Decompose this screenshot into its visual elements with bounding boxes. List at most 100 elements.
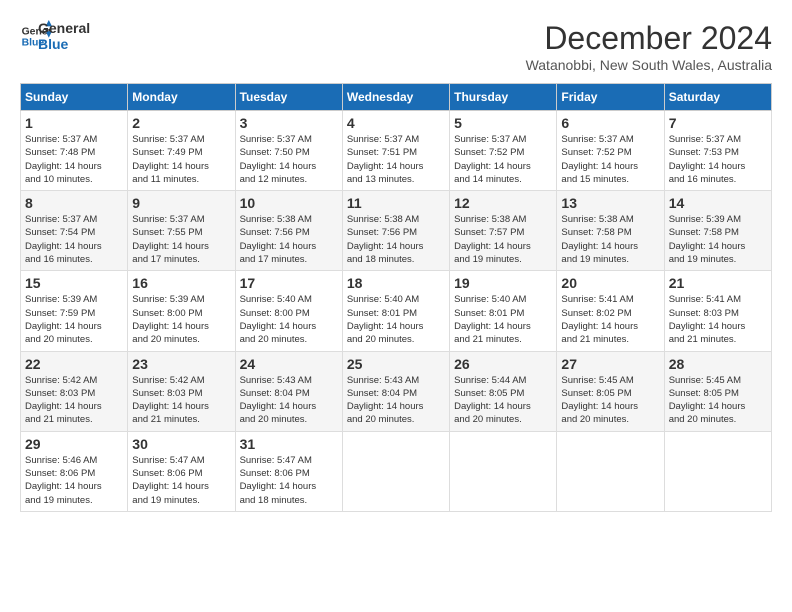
day-number: 16: [132, 275, 230, 291]
day-number: 11: [347, 195, 445, 211]
week-row-3: 15Sunrise: 5:39 AM Sunset: 7:59 PM Dayli…: [21, 271, 772, 351]
day-number: 6: [561, 115, 659, 131]
calendar-cell: 8 Sunrise: 5:37 AM Sunset: 7:54 PM Daylig…: [21, 191, 128, 271]
logo-line1: General: [38, 20, 90, 36]
calendar-cell: 15Sunrise: 5:39 AM Sunset: 7:59 PM Dayli…: [21, 271, 128, 351]
month-title: December 2024: [526, 20, 772, 57]
day-number: 9: [132, 195, 230, 211]
calendar-cell: [664, 431, 771, 511]
calendar-cell: 27 Sunrise: 5:45 AM Sunset: 8:05 PM Dayli…: [557, 351, 664, 431]
calendar-cell: [557, 431, 664, 511]
day-number: 7: [669, 115, 767, 131]
day-info: Sunrise: 5:39 AM Sunset: 7:59 PM Dayligh…: [25, 293, 123, 346]
day-info: Sunrise: 5:47 AM Sunset: 8:06 PM Dayligh…: [132, 454, 230, 507]
day-info: Sunrise: 5:37 AM Sunset: 7:50 PM Dayligh…: [240, 133, 338, 186]
week-row-1: 1 Sunrise: 5:37 AM Sunset: 7:48 PM Daylig…: [21, 111, 772, 191]
calendar-cell: 17Sunrise: 5:40 AM Sunset: 8:00 PM Dayli…: [235, 271, 342, 351]
day-info: Sunrise: 5:37 AM Sunset: 7:48 PM Dayligh…: [25, 133, 123, 186]
day-info: Sunrise: 5:38 AM Sunset: 7:56 PM Dayligh…: [240, 213, 338, 266]
calendar-cell: 12Sunrise: 5:38 AM Sunset: 7:57 PM Dayli…: [450, 191, 557, 271]
day-number: 25: [347, 356, 445, 372]
day-info: Sunrise: 5:37 AM Sunset: 7:54 PM Dayligh…: [25, 213, 123, 266]
calendar-cell: 18 Sunrise: 5:40 AM Sunset: 8:01 PM Dayli…: [342, 271, 449, 351]
logo: General Blue General Blue: [20, 20, 90, 52]
day-info: Sunrise: 5:37 AM Sunset: 7:49 PM Dayligh…: [132, 133, 230, 186]
calendar-cell: 23Sunrise: 5:42 AM Sunset: 8:03 PM Dayli…: [128, 351, 235, 431]
calendar-cell: 19Sunrise: 5:40 AM Sunset: 8:01 PM Dayli…: [450, 271, 557, 351]
calendar-cell: 16 Sunrise: 5:39 AM Sunset: 8:00 PM Dayli…: [128, 271, 235, 351]
day-info: Sunrise: 5:37 AM Sunset: 7:55 PM Dayligh…: [132, 213, 230, 266]
day-number: 8: [25, 195, 123, 211]
day-info: Sunrise: 5:37 AM Sunset: 7:51 PM Dayligh…: [347, 133, 445, 186]
day-info: Sunrise: 5:46 AM Sunset: 8:06 PM Dayligh…: [25, 454, 123, 507]
day-info: Sunrise: 5:45 AM Sunset: 8:05 PM Dayligh…: [561, 374, 659, 427]
day-number: 31: [240, 436, 338, 452]
calendar-cell: [450, 431, 557, 511]
calendar-cell: 22 Sunrise: 5:42 AM Sunset: 8:03 PM Dayli…: [21, 351, 128, 431]
day-info: Sunrise: 5:38 AM Sunset: 7:58 PM Dayligh…: [561, 213, 659, 266]
calendar-cell: 2 Sunrise: 5:37 AM Sunset: 7:49 PM Daylig…: [128, 111, 235, 191]
day-info: Sunrise: 5:37 AM Sunset: 7:52 PM Dayligh…: [454, 133, 552, 186]
calendar-cell: 7Sunrise: 5:37 AM Sunset: 7:53 PM Daylig…: [664, 111, 771, 191]
day-info: Sunrise: 5:43 AM Sunset: 8:04 PM Dayligh…: [347, 374, 445, 427]
calendar-cell: 10Sunrise: 5:38 AM Sunset: 7:56 PM Dayli…: [235, 191, 342, 271]
calendar-cell: 29Sunrise: 5:46 AM Sunset: 8:06 PM Dayli…: [21, 431, 128, 511]
calendar-cell: 1 Sunrise: 5:37 AM Sunset: 7:48 PM Daylig…: [21, 111, 128, 191]
calendar-cell: 11 Sunrise: 5:38 AM Sunset: 7:56 PM Dayli…: [342, 191, 449, 271]
day-info: Sunrise: 5:47 AM Sunset: 8:06 PM Dayligh…: [240, 454, 338, 507]
calendar-cell: 9 Sunrise: 5:37 AM Sunset: 7:55 PM Daylig…: [128, 191, 235, 271]
day-number: 24: [240, 356, 338, 372]
title-block: December 2024 Watanobbi, New South Wales…: [526, 20, 772, 73]
calendar-cell: 20 Sunrise: 5:41 AM Sunset: 8:02 PM Dayli…: [557, 271, 664, 351]
day-info: Sunrise: 5:44 AM Sunset: 8:05 PM Dayligh…: [454, 374, 552, 427]
day-info: Sunrise: 5:37 AM Sunset: 7:52 PM Dayligh…: [561, 133, 659, 186]
day-info: Sunrise: 5:41 AM Sunset: 8:02 PM Dayligh…: [561, 293, 659, 346]
day-number: 20: [561, 275, 659, 291]
week-row-5: 29Sunrise: 5:46 AM Sunset: 8:06 PM Dayli…: [21, 431, 772, 511]
calendar-cell: 13Sunrise: 5:38 AM Sunset: 7:58 PM Dayli…: [557, 191, 664, 271]
day-info: Sunrise: 5:39 AM Sunset: 8:00 PM Dayligh…: [132, 293, 230, 346]
calendar-cell: 6 Sunrise: 5:37 AM Sunset: 7:52 PM Daylig…: [557, 111, 664, 191]
day-number: 4: [347, 115, 445, 131]
day-info: Sunrise: 5:38 AM Sunset: 7:56 PM Dayligh…: [347, 213, 445, 266]
header-sunday: Sunday: [21, 84, 128, 111]
location-title: Watanobbi, New South Wales, Australia: [526, 57, 772, 73]
day-info: Sunrise: 5:42 AM Sunset: 8:03 PM Dayligh…: [25, 374, 123, 427]
calendar-cell: 14 Sunrise: 5:39 AM Sunset: 7:58 PM Dayli…: [664, 191, 771, 271]
calendar-cell: 31 Sunrise: 5:47 AM Sunset: 8:06 PM Dayli…: [235, 431, 342, 511]
calendar-cell: 5Sunrise: 5:37 AM Sunset: 7:52 PM Daylig…: [450, 111, 557, 191]
day-number: 22: [25, 356, 123, 372]
day-number: 14: [669, 195, 767, 211]
calendar-table: SundayMondayTuesdayWednesdayThursdayFrid…: [20, 83, 772, 512]
calendar-cell: 30 Sunrise: 5:47 AM Sunset: 8:06 PM Dayli…: [128, 431, 235, 511]
day-number: 18: [347, 275, 445, 291]
header-monday: Monday: [128, 84, 235, 111]
day-number: 23: [132, 356, 230, 372]
day-number: 30: [132, 436, 230, 452]
day-number: 1: [25, 115, 123, 131]
calendar-cell: 25 Sunrise: 5:43 AM Sunset: 8:04 PM Dayli…: [342, 351, 449, 431]
week-row-4: 22 Sunrise: 5:42 AM Sunset: 8:03 PM Dayli…: [21, 351, 772, 431]
day-info: Sunrise: 5:40 AM Sunset: 8:00 PM Dayligh…: [240, 293, 338, 346]
calendar-cell: 24 Sunrise: 5:43 AM Sunset: 8:04 PM Dayli…: [235, 351, 342, 431]
day-number: 26: [454, 356, 552, 372]
day-number: 21: [669, 275, 767, 291]
day-number: 2: [132, 115, 230, 131]
calendar-cell: 3 Sunrise: 5:37 AM Sunset: 7:50 PM Daylig…: [235, 111, 342, 191]
day-number: 3: [240, 115, 338, 131]
day-info: Sunrise: 5:43 AM Sunset: 8:04 PM Dayligh…: [240, 374, 338, 427]
day-info: Sunrise: 5:39 AM Sunset: 7:58 PM Dayligh…: [669, 213, 767, 266]
header-wednesday: Wednesday: [342, 84, 449, 111]
header-saturday: Saturday: [664, 84, 771, 111]
day-number: 28: [669, 356, 767, 372]
day-number: 19: [454, 275, 552, 291]
day-number: 27: [561, 356, 659, 372]
day-info: Sunrise: 5:40 AM Sunset: 8:01 PM Dayligh…: [347, 293, 445, 346]
week-row-2: 8 Sunrise: 5:37 AM Sunset: 7:54 PM Daylig…: [21, 191, 772, 271]
header-tuesday: Tuesday: [235, 84, 342, 111]
calendar-cell: 21 Sunrise: 5:41 AM Sunset: 8:03 PM Dayli…: [664, 271, 771, 351]
day-info: Sunrise: 5:45 AM Sunset: 8:05 PM Dayligh…: [669, 374, 767, 427]
calendar-cell: [342, 431, 449, 511]
day-info: Sunrise: 5:41 AM Sunset: 8:03 PM Dayligh…: [669, 293, 767, 346]
day-info: Sunrise: 5:38 AM Sunset: 7:57 PM Dayligh…: [454, 213, 552, 266]
